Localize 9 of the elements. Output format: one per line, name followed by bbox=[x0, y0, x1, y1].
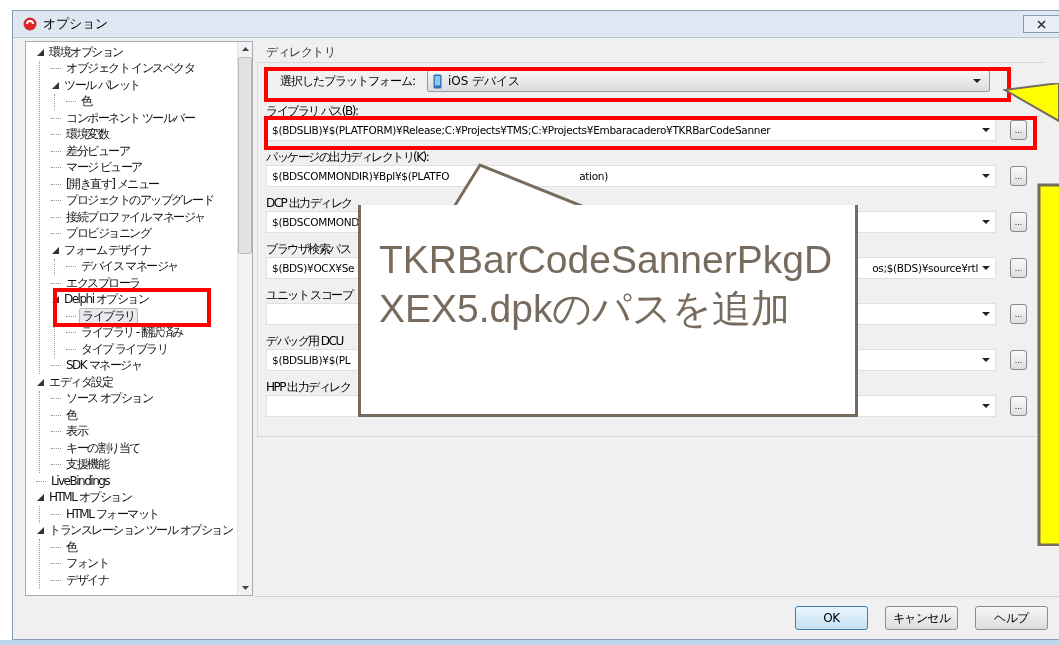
platform-label: 選択したプラットフォーム: bbox=[280, 72, 413, 90]
field-label: HPP 出力ディレク bbox=[266, 379, 351, 393]
field-label: ブラウザ検索パス bbox=[266, 241, 350, 255]
field-label: デバッグ用 DCU bbox=[266, 333, 343, 347]
window-title: オプション bbox=[43, 15, 108, 33]
field-label: DCP 出力ディレク bbox=[266, 195, 352, 209]
field-label: ユニット スコープ bbox=[266, 287, 353, 301]
field-label: パッケージの出力ディレクトリ(K): bbox=[266, 149, 429, 163]
group-title: ディレクトリ bbox=[266, 44, 336, 61]
